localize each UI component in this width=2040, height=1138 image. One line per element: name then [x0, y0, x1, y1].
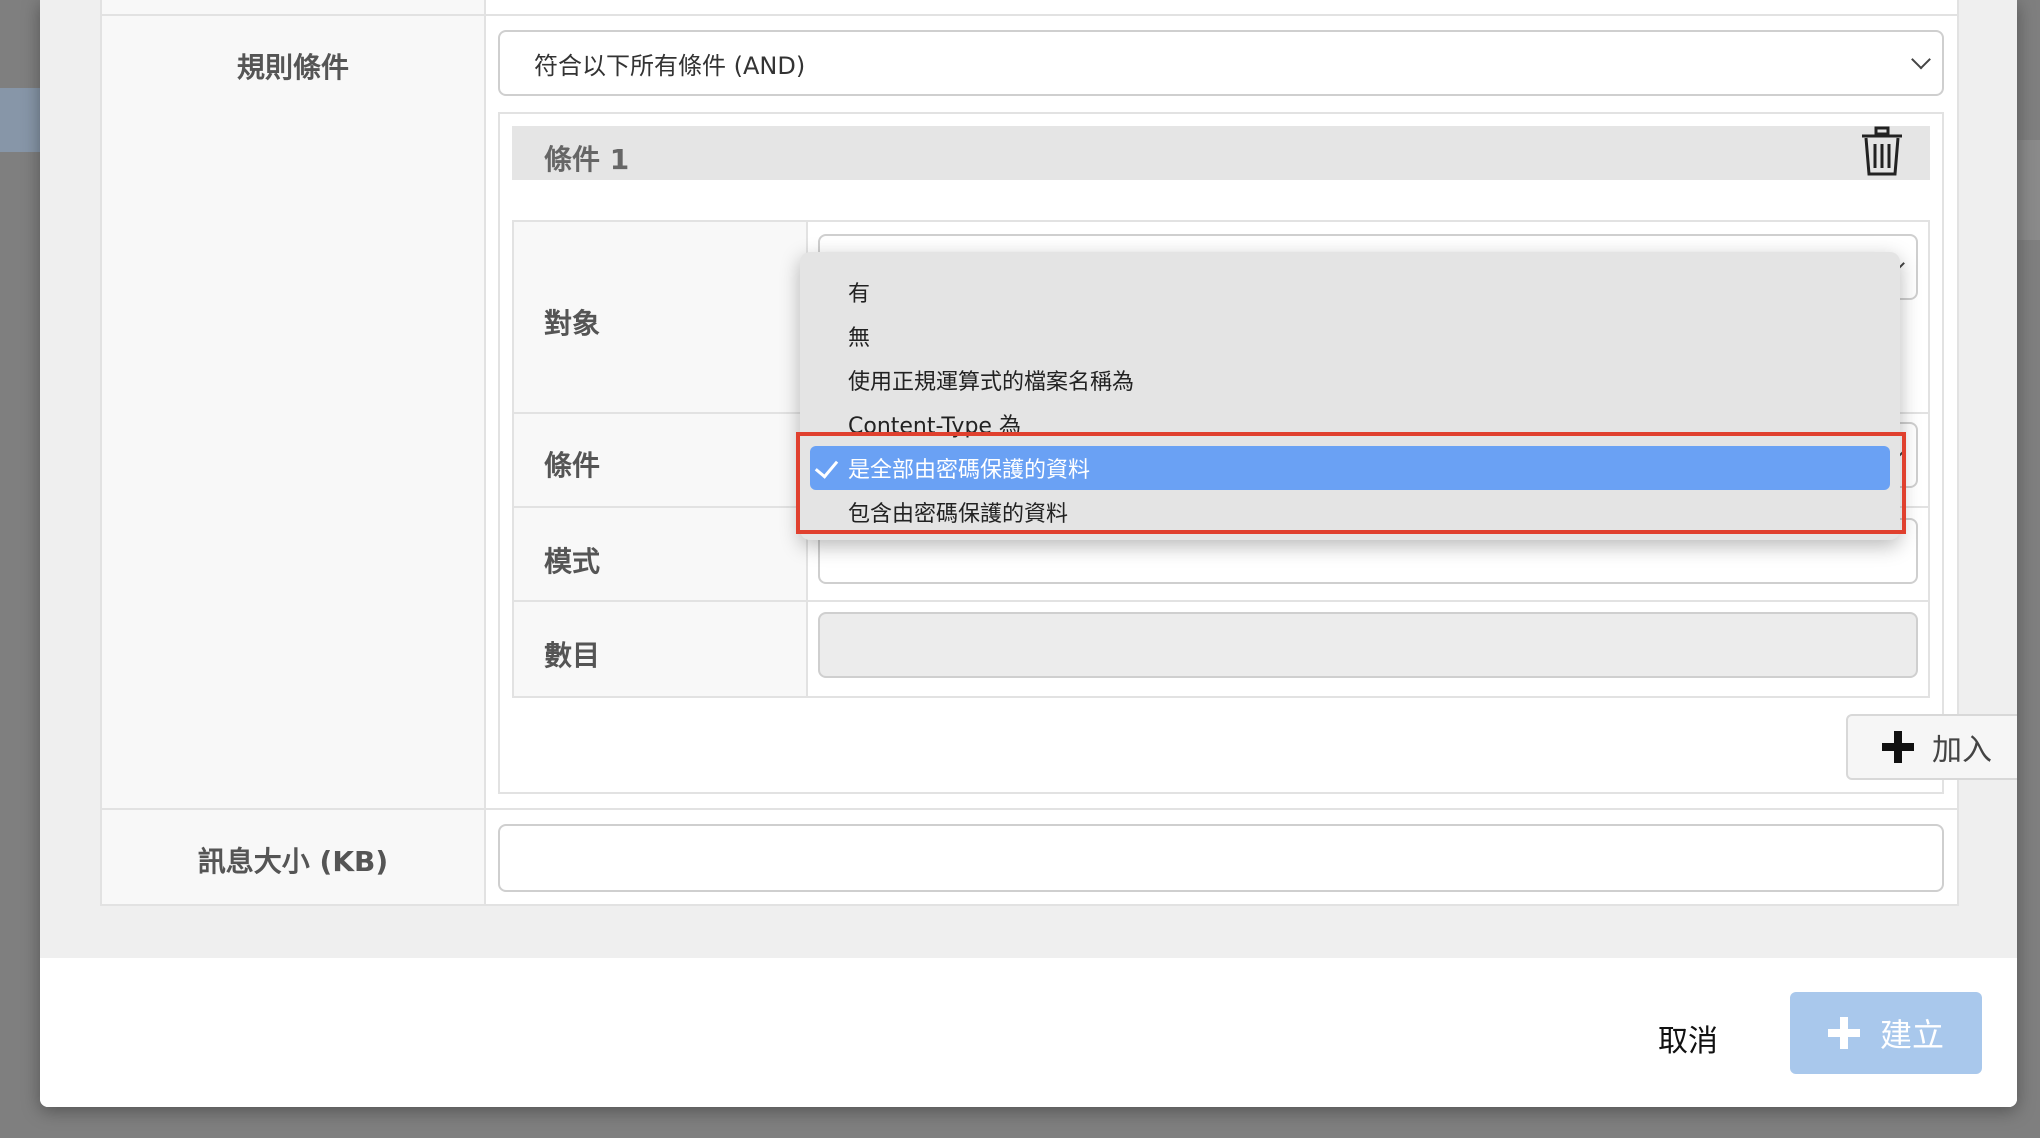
plus-icon [1827, 1017, 1860, 1049]
label-column [102, 0, 486, 904]
dropdown-option[interactable]: 無 [800, 314, 1900, 358]
divider [102, 14, 1957, 16]
chevron-down-icon [1911, 49, 1931, 70]
rule-conditions-label: 規則條件 [236, 51, 349, 84]
match-mode-value: 符合以下所有條件 (AND) [534, 51, 806, 80]
background-element [2016, 140, 2040, 240]
dropdown-option[interactable]: Content-Type 為 [800, 402, 1900, 446]
condition-title: 條件 1 [544, 143, 630, 176]
dropdown-option[interactable]: 有 [800, 270, 1900, 314]
divider [514, 600, 1928, 602]
count-field [818, 612, 1918, 678]
dropdown-option[interactable]: 使用正規運算式的檔案名稱為 [800, 358, 1900, 402]
condition-header: 條件 1 [512, 126, 1930, 180]
dropdown-option-label: 是全部由密碼保護的資料 [848, 458, 1091, 483]
add-condition-button[interactable]: 加入 [1846, 714, 2017, 780]
match-mode-select[interactable]: 符合以下所有條件 (AND) [498, 30, 1944, 96]
count-label: 數目 [544, 639, 601, 672]
message-size-label: 訊息大小 (KB) [197, 845, 389, 878]
modal-footer: 取消 建立 [40, 958, 2017, 1107]
create-button[interactable]: 建立 [1790, 992, 1982, 1074]
condition-label: 條件 [544, 449, 601, 482]
dropdown-option[interactable]: 包含由密碼保護的資料 [800, 490, 1900, 534]
plus-icon [1882, 731, 1914, 763]
divider [102, 808, 1957, 810]
pattern-label: 模式 [544, 545, 601, 578]
condition-dropdown-menu: 有 無 使用正規運算式的檔案名稱為 Content-Type 為 是全部由密碼保… [800, 252, 1900, 540]
add-button-label: 加入 [1932, 733, 1992, 768]
dropdown-option-selected[interactable]: 是全部由密碼保護的資料 [810, 446, 1890, 490]
trash-icon[interactable] [1858, 126, 1906, 178]
target-label: 對象 [544, 307, 601, 340]
create-button-label: 建立 [1879, 1016, 1944, 1054]
message-size-input[interactable] [498, 824, 1944, 892]
check-icon [814, 454, 839, 479]
create-rule-modal: 規則條件 符合以下所有條件 (AND) 條件 1 對象 條件 模式 數目 加入 … [40, 0, 2017, 1107]
cancel-button[interactable]: 取消 [1658, 1016, 1718, 1060]
background-element [0, 88, 44, 152]
